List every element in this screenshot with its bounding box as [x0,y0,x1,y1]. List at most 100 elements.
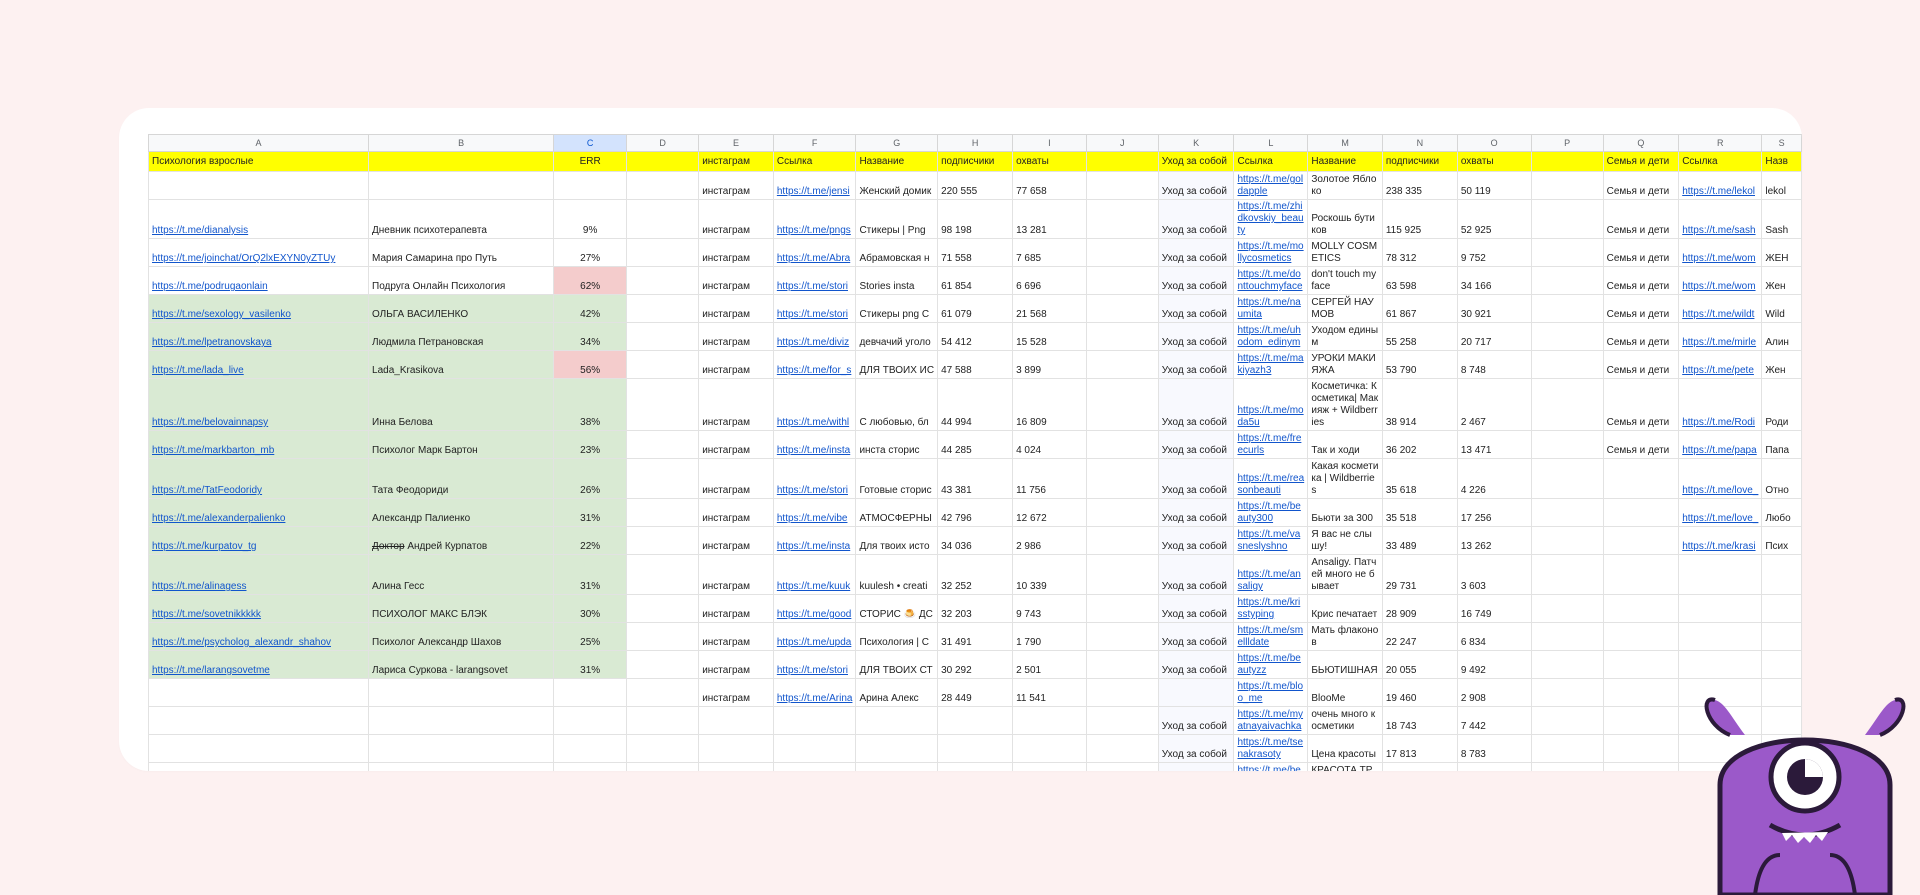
table-cell[interactable]: Семья и дети [1602,294,1680,323]
column-header-h[interactable]: H [937,134,1014,152]
table-cell[interactable]: 238 335 [1381,171,1458,200]
table-cell[interactable]: 28 449 [937,678,1014,707]
table-cell[interactable] [368,734,555,763]
table-cell[interactable]: 32 252 [937,554,1014,595]
table-cell[interactable] [626,734,700,763]
table-cell[interactable] [1678,554,1763,595]
table-cell[interactable]: Дневник психотерапевта [368,199,555,239]
table-cell[interactable]: 33 489 [1381,526,1458,555]
header-cell-c[interactable]: ERR [553,151,628,172]
table-cell[interactable] [1761,594,1802,623]
table-cell[interactable] [772,734,857,763]
table-cell[interactable] [1085,294,1159,323]
table-cell[interactable]: Роскошь бутиков [1307,199,1383,239]
table-cell[interactable] [1678,622,1763,651]
table-cell[interactable]: 13 471 [1456,430,1532,459]
table-cell[interactable]: 47 588 [937,350,1014,379]
link-cell[interactable]: https://t.me/makiyazh3 [1233,350,1309,379]
table-cell[interactable]: 16 809 [1012,378,1087,431]
link-cell[interactable]: https://t.me/mollycosmetics [1233,238,1309,267]
table-cell[interactable]: MOLLY COSMETICS [1307,238,1383,267]
table-cell[interactable]: 53 790 [1381,350,1458,379]
table-cell[interactable] [1530,650,1604,679]
table-cell[interactable]: 20 717 [1456,322,1532,351]
table-cell[interactable] [626,294,700,323]
link-cell[interactable]: https://t.me/larangsovetme [148,650,370,679]
link-cell[interactable]: https://t.me/freecurls [1233,430,1309,459]
table-cell[interactable] [1530,594,1604,623]
column-header-s[interactable]: S [1761,134,1802,152]
table-cell[interactable] [1761,650,1802,679]
table-cell[interactable] [1602,706,1680,735]
link-cell[interactable]: https://t.me/love_ [1678,458,1763,499]
table-cell[interactable]: Уход за собой [1157,430,1235,459]
table-cell[interactable]: 19 460 [1381,678,1458,707]
link-cell[interactable]: https://t.me/beautycash [1233,762,1309,771]
link-cell[interactable]: https://t.me/Abra [772,238,857,267]
link-cell[interactable]: https://t.me/insta [772,526,857,555]
table-cell[interactable]: 22 247 [1381,622,1458,651]
table-cell[interactable]: 50 119 [1456,171,1532,200]
link-cell[interactable]: https://t.me/pete [1678,350,1763,379]
table-cell[interactable] [1085,322,1159,351]
table-cell[interactable]: Людмила Петрановская [368,322,555,351]
table-cell[interactable]: ДЛЯ ТВОИХ СТ [855,650,939,679]
link-cell[interactable]: https://t.me/psycholog_alexandr_shahov [148,622,370,651]
table-cell[interactable] [1602,594,1680,623]
header-cell-j[interactable] [1085,151,1159,172]
table-cell[interactable]: девчачий уголо [855,322,939,351]
column-header-p[interactable]: P [1530,134,1604,152]
table-cell[interactable]: Для твоих исто [855,526,939,555]
table-cell[interactable]: Уход за собой [1157,594,1235,623]
table-cell[interactable]: 8 783 [1456,734,1532,763]
link-cell[interactable]: https://t.me/podrugaonlain [148,266,370,295]
table-cell[interactable]: 30 292 [937,650,1014,679]
table-cell[interactable] [626,554,700,595]
table-cell[interactable]: 13 281 [1012,199,1087,239]
header-cell-e[interactable]: инстаграм [698,151,774,172]
link-cell[interactable]: https://t.me/diviz [772,322,857,351]
table-cell[interactable]: 7 442 [1456,706,1532,735]
table-cell[interactable]: Золотое Яблоко [1307,171,1383,200]
table-cell[interactable]: 31% [553,554,628,595]
table-cell[interactable]: 9 743 [1012,594,1087,623]
table-cell[interactable]: 36 202 [1381,430,1458,459]
table-cell[interactable]: 27% [553,238,628,267]
table-cell[interactable]: Уход за собой [1157,199,1235,239]
table-cell[interactable] [1530,762,1604,771]
table-cell[interactable]: Уходом единым [1307,322,1383,351]
table-cell[interactable]: 9% [553,199,628,239]
table-cell[interactable]: 2 986 [1012,526,1087,555]
table-cell[interactable]: 3 603 [1456,554,1532,595]
table-cell[interactable]: Отно [1761,458,1802,499]
table-cell[interactable] [626,238,700,267]
table-cell[interactable] [937,762,1014,771]
table-cell[interactable]: 61 867 [1381,294,1458,323]
table-cell[interactable]: Stories insta [855,266,939,295]
link-cell[interactable]: https://t.me/pngs [772,199,857,239]
header-cell-a[interactable]: Психология взрослые [148,151,370,172]
link-cell[interactable]: https://t.me/wom [1678,266,1763,295]
table-cell[interactable]: 34 166 [1456,266,1532,295]
table-cell[interactable] [772,762,857,771]
table-cell[interactable]: Уход за собой [1157,622,1235,651]
table-cell[interactable]: инстаграм [698,378,774,431]
table-cell[interactable] [626,350,700,379]
table-cell[interactable]: 98 198 [937,199,1014,239]
link-cell[interactable]: https://t.me/Rodi [1678,378,1763,431]
table-cell[interactable] [1085,762,1159,771]
table-cell[interactable] [626,458,700,499]
table-cell[interactable]: Стикеры png С [855,294,939,323]
table-cell[interactable] [1085,526,1159,555]
table-cell[interactable] [1530,458,1604,499]
table-cell[interactable]: kuulesh • creati [855,554,939,595]
table-cell[interactable]: Подруга Онлайн Психология [368,266,555,295]
column-header-e[interactable]: E [698,134,774,152]
table-cell[interactable] [626,266,700,295]
table-cell[interactable] [626,622,700,651]
link-cell[interactable]: https://t.me/TatFeodoridy [148,458,370,499]
column-header-m[interactable]: M [1307,134,1383,152]
table-cell[interactable]: 21 568 [1012,294,1087,323]
table-cell[interactable] [1530,554,1604,595]
table-cell[interactable] [1085,378,1159,431]
